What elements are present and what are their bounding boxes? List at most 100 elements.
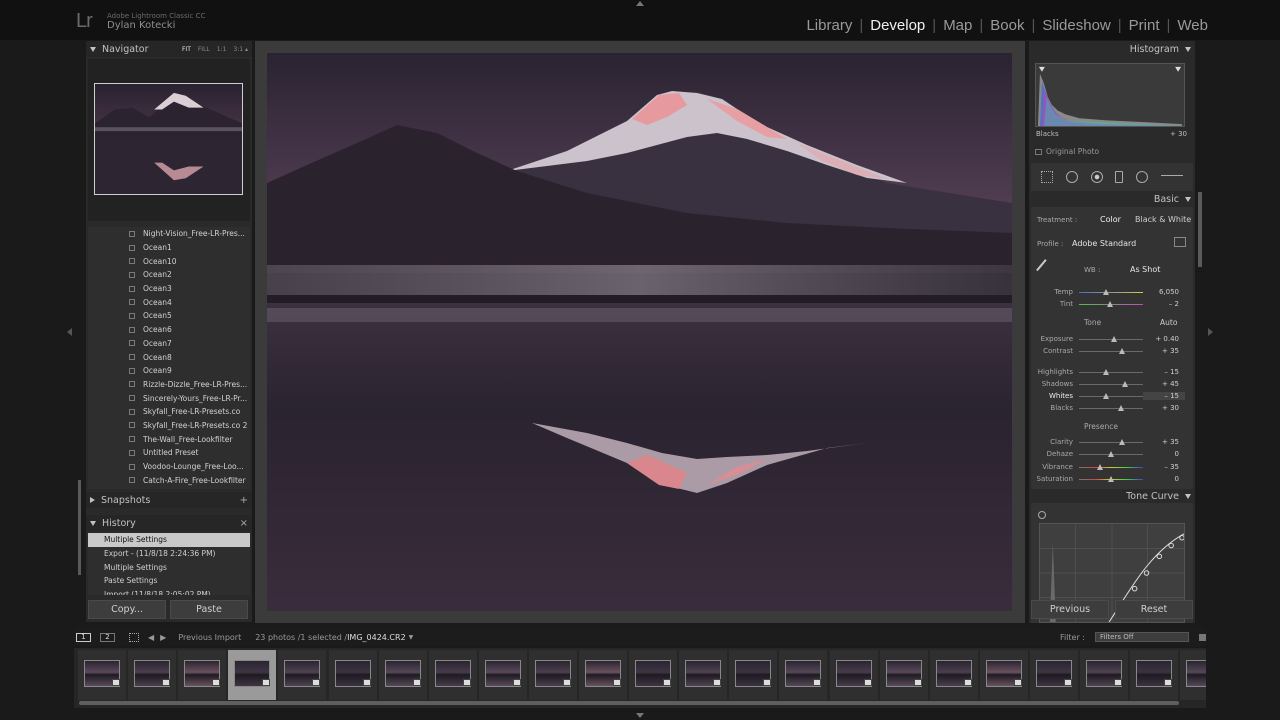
slider-saturation[interactable]: Saturation 0	[1031, 475, 1193, 483]
slider-value[interactable]: – 2	[1143, 300, 1185, 308]
paste-button[interactable]: Paste	[170, 600, 248, 619]
collapse-triangle-icon[interactable]	[1185, 46, 1191, 52]
slider-track[interactable]	[1079, 300, 1143, 307]
filter-dropdown[interactable]: Filters Off	[1095, 632, 1189, 642]
slider-knob[interactable]	[1108, 475, 1114, 482]
copy-button[interactable]: Copy...	[88, 600, 166, 619]
reset-button[interactable]: Reset	[1115, 600, 1193, 619]
slider-tint[interactable]: Tint – 2	[1031, 300, 1193, 308]
filmstrip-thumbnail[interactable]	[1180, 650, 1206, 700]
preset-item[interactable]: Ocean5	[88, 309, 250, 323]
slider-track[interactable]	[1079, 335, 1143, 342]
spot-removal-icon[interactable]	[1065, 171, 1078, 183]
filmstrip-thumbnail[interactable]	[979, 650, 1028, 700]
left-panel-toggle-icon[interactable]	[67, 328, 72, 336]
filmstrip-thumbnail[interactable]	[679, 650, 728, 700]
history-item[interactable]: Multiple Settings	[88, 560, 250, 574]
filmstrip-thumbnail[interactable]	[378, 650, 427, 700]
filmstrip-thumbnail[interactable]	[1130, 650, 1179, 700]
slider-exposure[interactable]: Exposure + 0.40	[1031, 335, 1193, 343]
graduated-filter-icon[interactable]	[1115, 171, 1124, 183]
slider-track[interactable]	[1079, 404, 1143, 411]
module-map[interactable]: Map	[943, 17, 972, 34]
left-panel-scrollbar[interactable]	[78, 480, 81, 575]
slider-value[interactable]: + 35	[1143, 347, 1185, 355]
expand-triangle-icon[interactable]	[90, 497, 95, 503]
filmstrip-thumbnail[interactable]	[779, 650, 828, 700]
module-print[interactable]: Print	[1129, 17, 1160, 34]
grid-view-icon[interactable]	[129, 632, 139, 642]
preset-item[interactable]: Catch-A-Fire_Free-Lookfilter	[88, 473, 250, 487]
slider-track[interactable]	[1079, 438, 1143, 445]
zoom-fit[interactable]: FIT	[182, 46, 191, 53]
filmstrip-thumbnail[interactable]	[328, 650, 377, 700]
preset-item[interactable]: Voodoo-Lounge_Free-Loo...	[88, 460, 250, 474]
wb-dropdown[interactable]: As Shot	[1130, 265, 1160, 274]
filmstrip-thumbnail[interactable]	[879, 650, 928, 700]
zoom-fill[interactable]: FILL	[198, 46, 210, 53]
slider-track[interactable]	[1079, 347, 1143, 354]
selected-filename[interactable]: IMG_0424.CR2	[347, 633, 406, 642]
slider-value[interactable]: – 15	[1143, 368, 1185, 376]
slider-highlights[interactable]: Highlights – 15	[1031, 368, 1193, 376]
right-panel-toggle-icon[interactable]	[1208, 328, 1213, 336]
preset-item[interactable]: Ocean7	[88, 337, 250, 351]
preset-item[interactable]: Ocean10	[88, 254, 250, 268]
filter-lock-icon[interactable]	[1199, 633, 1206, 641]
filmstrip-thumbnail[interactable]	[178, 650, 227, 700]
slider-clarity[interactable]: Clarity + 35	[1031, 438, 1193, 446]
filmstrip-scrollbar[interactable]	[79, 701, 1179, 705]
window-1-button[interactable]: 1	[76, 632, 91, 642]
slider-value[interactable]: 0	[1143, 475, 1185, 483]
filmstrip-thumbnail[interactable]	[929, 650, 978, 700]
slider-shadows[interactable]: Shadows + 45	[1031, 380, 1193, 388]
slider-value[interactable]: + 30	[1143, 404, 1185, 412]
slider-knob[interactable]	[1107, 300, 1114, 307]
checkbox-icon[interactable]	[1035, 148, 1042, 155]
history-item[interactable]: Export - (11/8/18 2:24:36 PM)	[88, 547, 250, 561]
slider-value[interactable]: + 35	[1143, 438, 1185, 446]
slider-knob[interactable]	[1122, 380, 1129, 387]
module-web[interactable]: Web	[1177, 17, 1208, 34]
collapse-triangle-icon[interactable]	[1185, 493, 1191, 499]
filmstrip-thumbnail[interactable]	[278, 650, 327, 700]
slider-track[interactable]	[1079, 368, 1143, 375]
filmstrip-thumbnail[interactable]	[228, 650, 277, 700]
previous-button[interactable]: Previous	[1031, 600, 1109, 619]
preset-item[interactable]: Ocean8	[88, 350, 250, 364]
back-arrow-icon[interactable]: ◀	[148, 633, 154, 642]
slider-vibrance[interactable]: Vibrance – 35	[1031, 463, 1193, 471]
radial-filter-icon[interactable]	[1135, 171, 1148, 183]
slider-knob[interactable]	[1118, 438, 1125, 445]
slider-value[interactable]: – 15	[1143, 392, 1185, 400]
bottom-panel-toggle-icon[interactable]	[636, 713, 644, 718]
add-snapshot-icon[interactable]: +	[240, 495, 248, 506]
adjustment-brush-icon[interactable]	[1160, 175, 1183, 179]
preset-item[interactable]: Sincerely-Yours_Free-LR-Pr...	[88, 391, 250, 405]
navigator-preview-image[interactable]	[94, 83, 243, 195]
preset-item[interactable]: Ocean2	[88, 268, 250, 282]
history-item[interactable]: Paste Settings	[88, 574, 250, 588]
preset-item[interactable]: Night-Vision_Free-LR-Pres...	[88, 227, 250, 241]
target-adjust-icon[interactable]	[1038, 511, 1046, 519]
tone-curve-header[interactable]: Tone Curve	[1029, 488, 1195, 504]
main-photo[interactable]	[267, 53, 1012, 611]
profile-dropdown[interactable]: Adobe Standard	[1072, 239, 1136, 248]
profile-browser-icon[interactable]	[1174, 237, 1186, 247]
history-item[interactable]: Multiple Settings	[88, 533, 250, 547]
filmstrip-thumbnail[interactable]	[78, 650, 126, 700]
filmstrip-thumbnail[interactable]	[629, 650, 678, 700]
slider-value[interactable]: – 35	[1143, 463, 1185, 471]
filmstrip-thumbnail[interactable]	[579, 650, 627, 700]
preset-item[interactable]: Skyfall_Free-LR-Presets.co	[88, 405, 250, 419]
histogram-graph[interactable]	[1035, 63, 1185, 127]
zoom-1-1[interactable]: 1:1	[217, 46, 227, 53]
slider-value[interactable]: 0	[1143, 450, 1185, 458]
histogram-header[interactable]: Histogram	[1029, 41, 1195, 57]
crop-overlay-icon[interactable]	[1041, 171, 1054, 183]
collapse-triangle-icon[interactable]	[90, 46, 96, 52]
preset-item[interactable]: Rizzle-Dizzle_Free-LR-Pres...	[88, 378, 250, 392]
module-develop[interactable]: Develop	[870, 17, 925, 34]
source-label[interactable]: Previous Import	[178, 633, 241, 642]
slider-knob[interactable]	[1117, 404, 1124, 411]
